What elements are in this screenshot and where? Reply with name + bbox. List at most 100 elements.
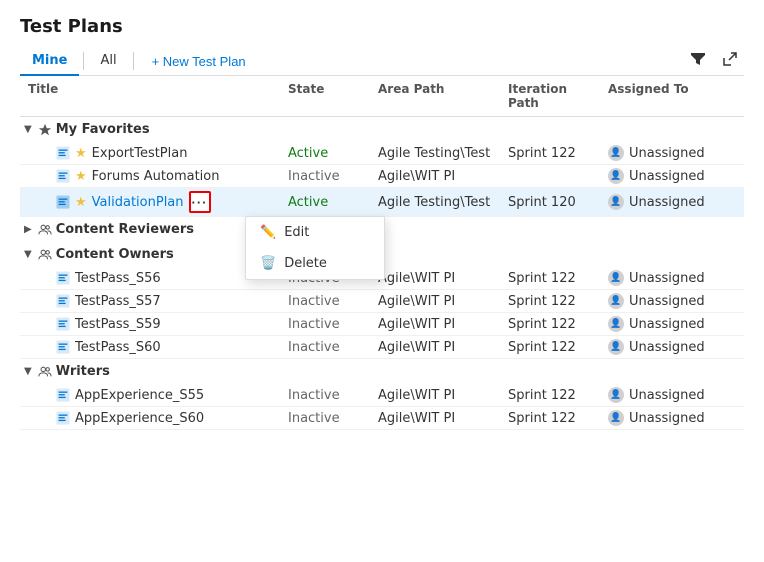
iteration-value: Sprint 120 bbox=[508, 195, 576, 210]
row-state-cell: Inactive bbox=[280, 169, 370, 184]
group-section-icon-owners bbox=[38, 248, 52, 262]
row-area-cell: Agile\WIT PI bbox=[370, 388, 500, 403]
row-plan-name[interactable]: Forums Automation bbox=[92, 169, 220, 184]
iteration-value: Sprint 122 bbox=[508, 271, 576, 286]
area-path-value: Agile Testing\Test bbox=[378, 146, 490, 161]
row-area-cell: Agile\WIT PI bbox=[370, 317, 500, 332]
row-area-cell: Agile Testing\Test bbox=[370, 146, 500, 161]
table-header: Title State Area Path Iteration Path Ass… bbox=[20, 76, 744, 117]
section-label-owners: Content Owners bbox=[56, 247, 174, 262]
state-value: Inactive bbox=[288, 294, 340, 309]
state-value: Inactive bbox=[288, 340, 340, 355]
edit-icon: ✏️ bbox=[260, 225, 276, 240]
state-value: Inactive bbox=[288, 411, 340, 426]
context-menu-edit[interactable]: ✏️ Edit bbox=[246, 217, 384, 248]
section-my-favorites[interactable]: ▼ My Favorites bbox=[20, 117, 744, 142]
row-plan-name[interactable]: TestPass_S59 bbox=[75, 317, 161, 332]
col-assigned: Assigned To bbox=[600, 82, 720, 110]
user-avatar-icon: 👤 bbox=[608, 293, 624, 309]
assigned-value: Unassigned bbox=[629, 340, 705, 355]
assigned-value: Unassigned bbox=[629, 388, 705, 403]
state-value: Inactive bbox=[288, 317, 340, 332]
row-state-cell: Active bbox=[280, 146, 370, 161]
row-iteration-cell: Sprint 122 bbox=[500, 294, 600, 309]
test-plans-table: Title State Area Path Iteration Path Ass… bbox=[20, 76, 744, 430]
row-state-cell: Active bbox=[280, 195, 370, 210]
row-title-cell: TestPass_S59 bbox=[20, 317, 280, 332]
table-row: AppExperience_S60 Inactive Agile\WIT PI … bbox=[20, 407, 744, 430]
assigned-value: Unassigned bbox=[629, 169, 705, 184]
area-path-value: Agile\WIT PI bbox=[378, 169, 455, 184]
row-iteration-cell: Sprint 122 bbox=[500, 317, 600, 332]
assigned-value: Unassigned bbox=[629, 411, 705, 426]
row-area-cell: Agile\WIT PI bbox=[370, 294, 500, 309]
test-plan-icon bbox=[56, 146, 70, 160]
context-menu-delete[interactable]: 🗑️ Delete bbox=[246, 248, 384, 279]
row-area-cell: Agile\WIT PI bbox=[370, 271, 500, 286]
row-plan-name[interactable]: TestPass_S56 bbox=[75, 271, 161, 286]
iteration-value: Sprint 122 bbox=[508, 317, 576, 332]
row-assigned-cell: 👤 Unassigned bbox=[600, 293, 720, 309]
state-value: Active bbox=[288, 195, 328, 210]
star-icon-filled[interactable]: ★ bbox=[75, 169, 87, 184]
row-area-cell: Agile\WIT PI bbox=[370, 169, 500, 184]
ellipsis-menu-button[interactable]: ··· bbox=[189, 191, 211, 213]
test-plan-icon bbox=[56, 388, 70, 402]
assigned-value: Unassigned bbox=[629, 271, 705, 286]
iteration-value: Sprint 122 bbox=[508, 388, 576, 403]
row-iteration-cell: Sprint 122 bbox=[500, 388, 600, 403]
tab-divider-2 bbox=[133, 52, 134, 70]
row-plan-name[interactable]: AppExperience_S55 bbox=[75, 388, 204, 403]
section-writers[interactable]: ▼ Writers bbox=[20, 359, 744, 384]
area-path-value: Agile\WIT PI bbox=[378, 294, 455, 309]
row-plan-name[interactable]: ExportTestPlan bbox=[92, 146, 188, 161]
user-avatar-icon: 👤 bbox=[608, 316, 624, 332]
tab-mine[interactable]: Mine bbox=[20, 47, 79, 76]
star-icon-filled[interactable]: ★ bbox=[75, 195, 87, 210]
toolbar: Mine All + New Test Plan bbox=[20, 47, 744, 76]
row-plan-name[interactable]: TestPass_S60 bbox=[75, 340, 161, 355]
row-area-cell: Agile Testing\Test bbox=[370, 195, 500, 210]
row-state-cell: Inactive bbox=[280, 317, 370, 332]
table-row: TestPass_S60 Inactive Agile\WIT PI Sprin… bbox=[20, 336, 744, 359]
delete-label: Delete bbox=[284, 256, 327, 271]
tab-all[interactable]: All bbox=[88, 47, 128, 76]
new-test-plan-button[interactable]: + New Test Plan bbox=[142, 50, 256, 73]
star-icon-filled[interactable]: ★ bbox=[75, 146, 87, 161]
section-arrow-writers: ▼ bbox=[24, 366, 32, 377]
row-plan-name[interactable]: AppExperience_S60 bbox=[75, 411, 204, 426]
row-title-cell: AppExperience_S55 bbox=[20, 388, 280, 403]
state-value: Active bbox=[288, 146, 328, 161]
row-assigned-cell: 👤 Unassigned bbox=[600, 410, 720, 426]
filter-icon[interactable] bbox=[688, 49, 708, 73]
row-title-cell: TestPass_S56 bbox=[20, 271, 280, 286]
row-plan-name-link[interactable]: ValidationPlan bbox=[92, 195, 184, 210]
table-row: AppExperience_S55 Inactive Agile\WIT PI … bbox=[20, 384, 744, 407]
table-row: TestPass_S59 Inactive Agile\WIT PI Sprin… bbox=[20, 313, 744, 336]
row-iteration-cell: Sprint 122 bbox=[500, 411, 600, 426]
user-avatar-icon: 👤 bbox=[608, 387, 624, 403]
user-avatar-icon: 👤 bbox=[608, 410, 624, 426]
table-row: ★ Forums Automation Inactive Agile\WIT P… bbox=[20, 165, 744, 188]
table-row-validation-plan: ★ ValidationPlan ··· Active Agile Testin… bbox=[20, 188, 744, 217]
row-assigned-cell: 👤 Unassigned bbox=[600, 168, 720, 184]
delete-icon: 🗑️ bbox=[260, 256, 276, 271]
test-plan-icon bbox=[56, 411, 70, 425]
state-value: Inactive bbox=[288, 388, 340, 403]
user-avatar-icon: 👤 bbox=[608, 145, 624, 161]
page-container: Test Plans Mine All + New Test Plan Titl… bbox=[0, 0, 764, 430]
favorites-section-icon bbox=[38, 123, 52, 137]
area-path-value: Agile Testing\Test bbox=[378, 195, 490, 210]
row-plan-name[interactable]: TestPass_S57 bbox=[75, 294, 161, 309]
section-label-favorites: My Favorites bbox=[56, 122, 150, 137]
row-assigned-cell: 👤 Unassigned bbox=[600, 145, 720, 161]
test-plan-icon bbox=[56, 169, 70, 183]
row-title-cell: ★ ExportTestPlan bbox=[20, 146, 280, 161]
test-plan-icon bbox=[56, 294, 70, 308]
section-arrow-reviewers: ▶ bbox=[24, 224, 32, 235]
row-area-cell: Agile\WIT PI bbox=[370, 411, 500, 426]
area-path-value: Agile\WIT PI bbox=[378, 388, 455, 403]
area-path-value: Agile\WIT PI bbox=[378, 317, 455, 332]
expand-icon[interactable] bbox=[720, 49, 740, 73]
row-assigned-cell: 👤 Unassigned bbox=[600, 339, 720, 355]
